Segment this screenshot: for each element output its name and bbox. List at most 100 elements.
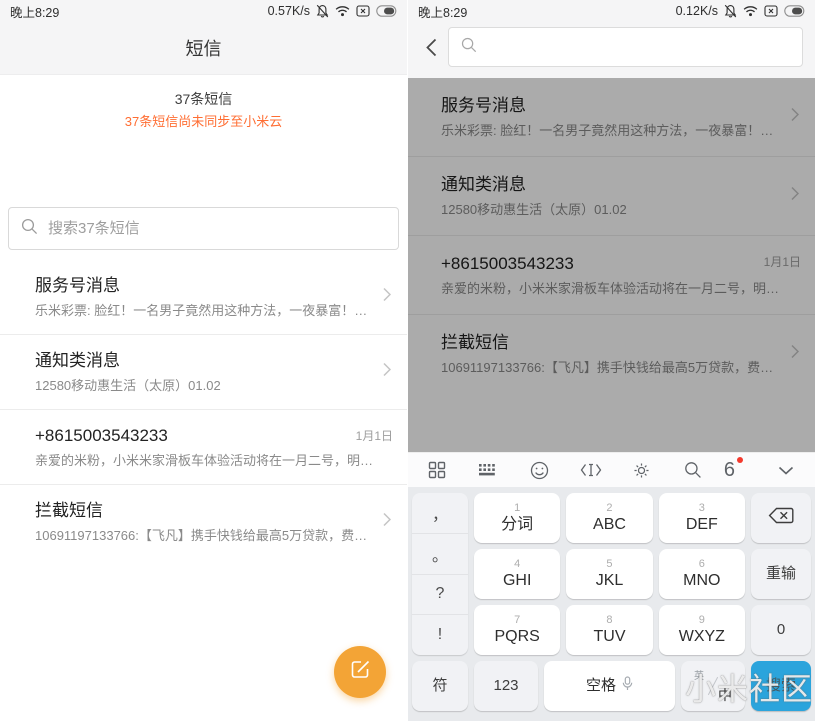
key-label: 123 [493,676,518,696]
punctuation-column: ， 。 ? ! [412,493,468,655]
key-label: ABC [593,515,626,535]
ime-search-icon[interactable] [678,456,708,484]
ime-toolbar: 6 [408,452,815,487]
key-label: DEF [686,515,718,535]
dim-overlay[interactable] [408,78,815,452]
key-label: 空格 [586,676,616,696]
conversation-preview: 10691197133766:【飞凡】携手快钱给最高5万贷款，费… [35,527,373,545]
wifi-icon [743,5,758,17]
key-2[interactable]: 2 ABC [566,493,652,543]
notification-dot [737,457,743,463]
sms-search-screen: 晚上8:29 0.12K/s 服务号消息 [408,0,815,721]
key-numeric-mode[interactable]: 123 [474,661,538,711]
sms-count-text: 37条短信 [0,89,407,109]
key-label: 分词 [501,515,533,535]
key-symbols[interactable]: 符 [412,661,468,711]
key-label: 0 [777,620,785,640]
key-3[interactable]: 3 DEF [659,493,745,543]
key-space[interactable]: 空格 [544,661,675,711]
backspace-icon [768,507,794,529]
key-1[interactable]: 1 分词 [474,493,560,543]
key-digit: 8 [606,614,612,627]
candidate-count: 6 [724,458,735,482]
key-8[interactable]: 8 TUV [566,605,652,655]
search-icon [21,218,38,240]
keyboard-collapse-icon[interactable] [771,456,801,484]
text-cursor-icon[interactable] [576,456,606,484]
key-digit: 6 [699,558,705,571]
conversation-preview: 乐米彩票: 脸红！一名男子竟然用这种方法，一夜暴富！… [35,302,373,320]
page-title: 短信 [0,22,407,74]
key-6[interactable]: 6 MNO [659,549,745,599]
key-digit: 1 [514,502,520,515]
sms-list-screen: 晚上8:29 0.57K/s 短信 37条短信 37条短信尚未同步至小米云 服务… [0,0,407,721]
ime-settings-gear-icon[interactable] [627,456,657,484]
key-question[interactable]: ? [412,574,468,615]
clock-text: 晚上8:29 [10,2,59,21]
lang-en-label: 英 [694,667,704,682]
key-7[interactable]: 7 PQRS [474,605,560,655]
key-exclaim[interactable]: ! [412,614,468,655]
key-4[interactable]: 4 GHI [474,549,560,599]
sim-error-icon [356,5,370,17]
battery-icon [784,5,805,17]
key-label: TUV [593,627,625,647]
dimmed-result-list: 服务号消息 乐米彩票: 脸红！一名男子竟然用这种方法，一夜暴富！… 通知类消息 … [408,78,815,452]
lang-zh-label: 中 [718,685,732,705]
key-digit: 4 [514,558,520,571]
compose-button[interactable] [334,646,386,698]
screenshot-pair: 晚上8:29 0.57K/s 短信 37条短信 37条短信尚未同步至小米云 服务… [0,0,815,721]
key-digit: 9 [699,614,705,627]
conversation-row-notification[interactable]: 通知类消息 12580移动惠生活（太原）01.02 [0,334,407,409]
conversation-preview: 亲爱的米粉，小米米家滑板车体验活动将在一月二号，明… [35,452,373,470]
wifi-icon [335,5,350,17]
search-header [408,22,815,78]
search-input[interactable] [486,39,790,56]
chevron-right-icon [383,513,391,532]
key-search-action[interactable]: 搜索 [751,661,811,711]
key-label: JKL [596,571,624,591]
candidate-count-badge[interactable]: 6 [724,458,743,482]
key-period[interactable]: 。 [412,533,468,574]
ime-apps-grid-icon[interactable] [422,456,452,484]
key-label: 重输 [766,564,796,584]
key-9[interactable]: 9 WXYZ [659,605,745,655]
search-field[interactable] [448,27,803,67]
key-label: 搜索 [766,676,796,696]
left-header: 晚上8:29 0.57K/s 短信 [0,0,407,75]
conversation-title: +8615003543233 [35,424,373,447]
clock-text: 晚上8:29 [418,2,467,21]
battery-icon [376,5,397,17]
back-button[interactable] [414,27,448,67]
network-speed-text: 0.12K/s [676,4,718,18]
conversation-row-service[interactable]: 服务号消息 乐米彩票: 脸红！一名男子竟然用这种方法，一夜暴富！… [0,260,407,334]
search-bar[interactable] [8,207,399,250]
key-language-toggle[interactable]: 英 中 [681,661,745,711]
ime-keyboard-layout-icon[interactable] [473,456,503,484]
key-comma[interactable]: ， [412,493,468,533]
right-status-bar: 晚上8:29 0.12K/s [408,0,815,22]
key-digit: 5 [606,558,612,571]
emoji-icon[interactable] [524,456,554,484]
t9-keyboard: ， 。 ? ! 1 分词 2 ABC 3 DEF [408,487,815,721]
conversation-row-blocked[interactable]: 拦截短信 10691197133766:【飞凡】携手快钱给最高5万贷款，费… [0,484,407,559]
conversation-title: 服务号消息 [35,274,373,297]
conversation-title: 拦截短信 [35,499,373,522]
cloud-sync-notice[interactable]: 37条短信尚未同步至小米云 [0,112,407,131]
key-label: MNO [683,571,720,591]
key-label: PQRS [494,627,539,647]
key-backspace[interactable] [751,493,811,543]
key-redo[interactable]: 重输 [751,549,811,599]
conversation-row-number[interactable]: +8615003543233 亲爱的米粉，小米米家滑板车体验活动将在一月二号，明… [0,409,407,484]
key-5[interactable]: 5 JKL [566,549,652,599]
key-label: 符 [432,676,447,696]
key-label: GHI [503,571,531,591]
compose-icon [350,659,371,685]
search-input[interactable] [48,220,386,237]
conversation-date: 1月1日 [356,427,393,444]
conversation-title: 通知类消息 [35,349,373,372]
microphone-icon [622,676,633,696]
conversation-preview: 12580移动惠生活（太原）01.02 [35,377,373,395]
key-0[interactable]: 0 [751,605,811,655]
key-digit: 7 [514,614,520,627]
